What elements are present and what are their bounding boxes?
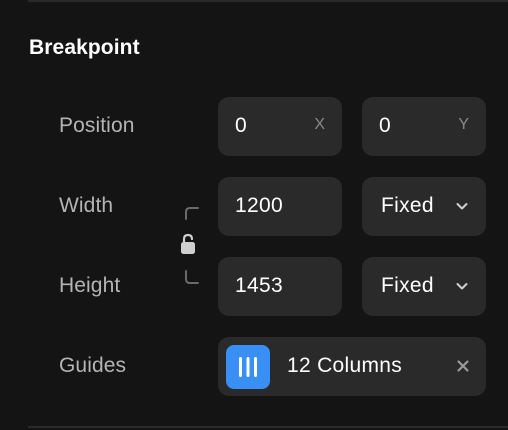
height-label: Height (59, 274, 121, 297)
width-mode-select[interactable]: Fixed (362, 177, 486, 236)
position-x-axis-label: X (314, 116, 325, 133)
position-y-field[interactable]: 0 Y (362, 97, 486, 156)
width-input[interactable]: 1200 (218, 177, 342, 236)
position-x-field[interactable]: 0 X (218, 97, 342, 156)
position-x-value: 0 (235, 114, 247, 137)
guides-field[interactable]: 12 Columns (218, 337, 486, 396)
height-mode-select[interactable]: Fixed (362, 257, 486, 316)
bottom-divider (28, 426, 508, 428)
columns-grid-icon (239, 357, 257, 377)
width-value: 1200 (235, 194, 283, 217)
unlink-icon (181, 207, 199, 284)
height-input[interactable]: 1453 (218, 257, 342, 316)
position-y-value: 0 (379, 114, 391, 137)
width-label: Width (59, 194, 114, 217)
guides-label: Guides (59, 354, 127, 377)
position-label: Position (59, 114, 135, 137)
aspect-ratio-lock-toggle[interactable] (178, 205, 202, 287)
top-divider (28, 0, 508, 2)
height-mode-value: Fixed (381, 274, 434, 297)
width-mode-value: Fixed (381, 194, 434, 217)
height-value: 1453 (235, 274, 283, 297)
guides-value: 12 Columns (287, 354, 403, 377)
chevron-down-icon (456, 283, 468, 290)
position-y-axis-label: Y (458, 116, 469, 133)
columns-grid-button[interactable] (226, 345, 270, 389)
chevron-down-icon (456, 203, 468, 210)
close-icon[interactable] (456, 359, 470, 373)
section-title: Breakpoint (29, 36, 140, 59)
breakpoint-panel: Breakpoint Position 0 X 0 Y Width 1200 F… (0, 0, 508, 430)
